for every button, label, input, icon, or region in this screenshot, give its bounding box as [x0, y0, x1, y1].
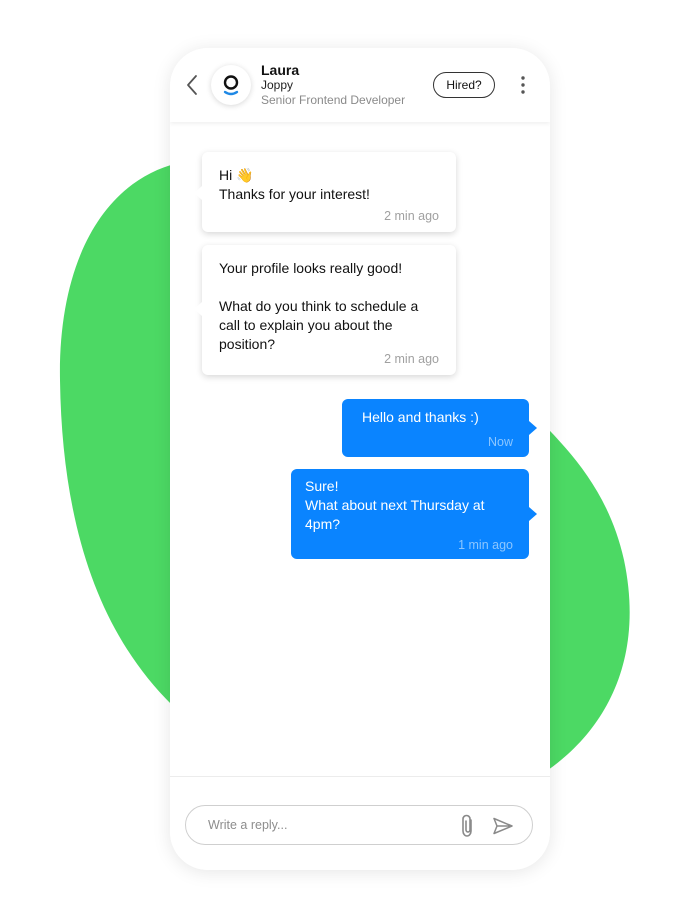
joppy-logo [223, 75, 239, 96]
bubble-tail [194, 186, 202, 200]
message-text: Your profile looks really good! What do … [219, 260, 419, 352]
more-vertical-icon [521, 76, 525, 94]
message-bubble-incoming: Your profile looks really good! What do … [194, 245, 456, 375]
contact-name: Laura [261, 62, 300, 78]
paperclip-icon [462, 814, 472, 837]
hired-button[interactable]: Hired? [433, 72, 495, 98]
bubble-tail [194, 302, 202, 316]
message-time: Now [487, 435, 513, 449]
bubble-tail [529, 507, 537, 521]
bubble-tail [529, 421, 537, 435]
back-button[interactable] [184, 72, 202, 98]
message-bubble-incoming: Hi 👋 Thanks for your interest! 2 min ago [194, 152, 456, 232]
send-icon [493, 817, 513, 835]
message-time: 2 min ago [384, 209, 439, 223]
message-bubble-outgoing: Hello and thanks :) Now [342, 399, 537, 457]
message-time: 2 min ago [384, 352, 439, 366]
contact-role: Senior Frontend Developer [261, 93, 406, 107]
reply-composer [170, 776, 550, 870]
message-text: Hi 👋 Thanks for your interest! [219, 167, 370, 202]
phone-frame: Laura Joppy Senior Frontend Developer Hi… [170, 48, 550, 870]
message-text: Sure! What about next Thursday at 4pm? [305, 478, 485, 532]
reply-input[interactable] [208, 806, 438, 844]
message-text: Hello and thanks :) [362, 409, 479, 425]
stage: Laura Joppy Senior Frontend Developer Hi… [0, 0, 680, 920]
contact-company: Joppy [261, 78, 294, 92]
send-button[interactable] [491, 816, 515, 836]
chat-header: Laura Joppy Senior Frontend Developer Hi… [170, 48, 550, 122]
avatar[interactable] [211, 65, 251, 105]
more-options-button[interactable] [517, 75, 529, 95]
message-time: 1 min ago [458, 538, 513, 552]
chevron-left-icon [187, 75, 197, 95]
reply-field [185, 805, 533, 845]
message-bubble-outgoing: Sure! What about next Thursday at 4pm? 1… [291, 469, 537, 559]
attach-button[interactable] [458, 813, 478, 839]
